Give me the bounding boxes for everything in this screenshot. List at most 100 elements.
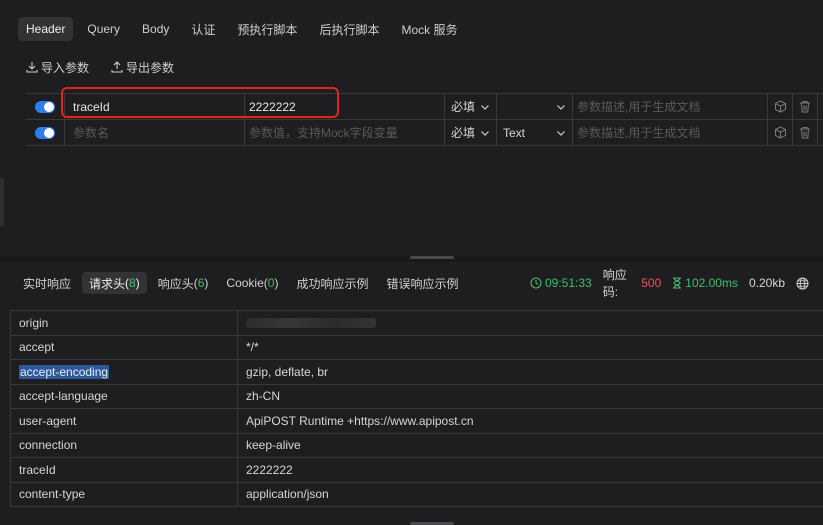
clock-icon [530, 277, 542, 289]
param-required-select[interactable]: 必填 [444, 120, 496, 145]
header-params-table: traceId 2222222 必填 参数描述,用于生成文档 参数名 参数值，支… [26, 93, 823, 146]
param-row: traceId 2222222 必填 参数描述,用于生成文档 [26, 94, 823, 120]
response-size: 0.20kb [749, 276, 785, 290]
tab-body[interactable]: Body [134, 17, 177, 41]
param-desc-placeholder: 参数描述,用于生成文档 [577, 126, 701, 140]
table-row: origin [10, 311, 823, 336]
tab-post-script[interactable]: 后执行脚本 [311, 17, 387, 41]
import-params-label: 导入参数 [41, 60, 90, 75]
param-row: 参数名 参数值，支持Mock字段变量 必填 Text 参数描述,用于生成文档 [26, 120, 823, 146]
param-type-select[interactable]: Text [496, 120, 572, 145]
import-params-button[interactable]: 导入参数 [26, 59, 89, 76]
tab-count: 8 [129, 276, 136, 290]
tab-request-headers[interactable]: 请求头(8) [82, 272, 147, 294]
hourglass-icon [673, 277, 682, 289]
export-icon [111, 61, 123, 73]
tab-cookie[interactable]: Cookie(0) [219, 272, 285, 294]
header-key: origin [11, 311, 238, 335]
delete-cell [792, 120, 817, 145]
export-params-button[interactable]: 导出参数 [111, 59, 174, 76]
globe-button[interactable] [796, 277, 812, 290]
header-value: ApiPOST Runtime +https://www.apipost.cn [246, 413, 474, 428]
chevron-down-icon [481, 130, 489, 136]
tab-label: 响应头 [157, 276, 194, 291]
row-edge [817, 94, 823, 119]
tab-query[interactable]: Query [79, 17, 128, 41]
tab-header[interactable]: Header [18, 17, 74, 41]
left-gutter [0, 178, 4, 226]
header-value: 2222222 [246, 462, 293, 477]
tab-response-headers[interactable]: 响应头(6) [151, 272, 216, 294]
header-key: traceId [11, 458, 238, 482]
param-name-field[interactable]: 参数名 [64, 120, 244, 145]
response-time: 09:51:33 [530, 276, 592, 290]
table-row: accept-language zh-CN [10, 384, 823, 409]
tab-error-example[interactable]: 错误响应示例 [379, 272, 465, 294]
redacted-value [246, 317, 376, 328]
param-desc-placeholder: 参数描述,用于生成文档 [577, 100, 701, 114]
response-tabs: 实时响应 请求头(8) 响应头(6) Cookie(0) 成功响应示例 错误响应… [16, 271, 470, 295]
chevron-down-icon [481, 104, 489, 110]
param-enable-toggle[interactable] [35, 126, 55, 139]
param-enable-toggle[interactable] [35, 100, 55, 113]
tab-success-example[interactable]: 成功响应示例 [289, 272, 375, 294]
globe-icon [796, 277, 809, 289]
chevron-down-icon [557, 104, 565, 110]
param-name-placeholder: 参数名 [73, 126, 110, 140]
response-code-label: 响应码: [602, 268, 627, 299]
response-time-value: 09:51:33 [545, 276, 592, 290]
header-value: zh-CN [246, 389, 281, 404]
param-name-field[interactable]: traceId [64, 94, 244, 119]
response-size-value: 0.20kb [748, 276, 785, 290]
param-required-value: 必填 [451, 126, 476, 140]
export-params-label: 导出参数 [126, 60, 175, 75]
header-key: accept [11, 335, 238, 359]
param-required-select[interactable]: 必填 [444, 94, 496, 119]
param-value-field[interactable]: 2222222 [244, 94, 444, 119]
param-name-value: traceId [73, 99, 110, 114]
response-panel: 实时响应 请求头(8) 响应头(6) Cookie(0) 成功响应示例 错误响应… [0, 262, 823, 525]
header-key: accept-language [11, 384, 238, 408]
param-enable-cell [26, 94, 64, 119]
param-desc-field[interactable]: 参数描述,用于生成文档 [572, 94, 767, 119]
header-value: application/json [246, 487, 329, 502]
trash-icon[interactable] [799, 126, 811, 139]
response-code-value: 500 [641, 276, 662, 290]
tab-label: 实时响应 [23, 276, 72, 291]
table-row: connection keep-alive [10, 433, 823, 458]
request-editor: Header Query Body 认证 预执行脚本 后执行脚本 Mock 服务… [0, 0, 823, 256]
cube-icon[interactable] [774, 100, 787, 113]
splitter-grip[interactable] [410, 256, 454, 259]
tab-label: 成功响应示例 [296, 276, 369, 291]
header-key: connection [11, 433, 238, 457]
tab-mock[interactable]: Mock 服务 [393, 17, 465, 41]
tab-count: 0 [267, 276, 275, 290]
response-code: 响应码: 500 [603, 266, 662, 300]
table-row: traceId 2222222 [10, 458, 823, 483]
header-key: user-agent [11, 409, 238, 433]
tab-pre-script[interactable]: 预执行脚本 [229, 17, 305, 41]
response-duration-value: 102.00ms [685, 276, 738, 290]
tab-live-response[interactable]: 实时响应 [16, 272, 78, 294]
chevron-down-icon [557, 130, 565, 136]
param-type-value: Text [503, 125, 526, 140]
mock-cell [767, 120, 792, 145]
import-icon [26, 62, 38, 73]
trash-icon[interactable] [799, 100, 811, 113]
cube-icon[interactable] [774, 126, 787, 139]
param-required-value: 必填 [451, 100, 476, 114]
tab-auth[interactable]: 认证 [183, 17, 223, 41]
param-desc-field[interactable]: 参数描述,用于生成文档 [572, 120, 767, 145]
param-type-select[interactable] [496, 94, 572, 119]
param-value-field[interactable]: 参数值，支持Mock字段变量 [244, 120, 444, 145]
request-tabs: Header Query Body 认证 预执行脚本 后执行脚本 Mock 服务 [18, 16, 471, 42]
table-row: accept */* [10, 335, 823, 360]
tab-count: 6 [197, 276, 205, 290]
row-edge [817, 120, 823, 145]
header-value: gzip, deflate, br [246, 364, 329, 379]
request-headers-table: origin accept */* accept-encoding gzip, de… [10, 310, 823, 507]
delete-cell [792, 94, 817, 119]
param-value-placeholder: 参数值，支持Mock字段变量 [249, 126, 398, 140]
table-row: accept-encoding gzip, deflate, br [10, 360, 823, 385]
table-row: user-agent ApiPOST Runtime +https://www.a… [10, 409, 823, 434]
